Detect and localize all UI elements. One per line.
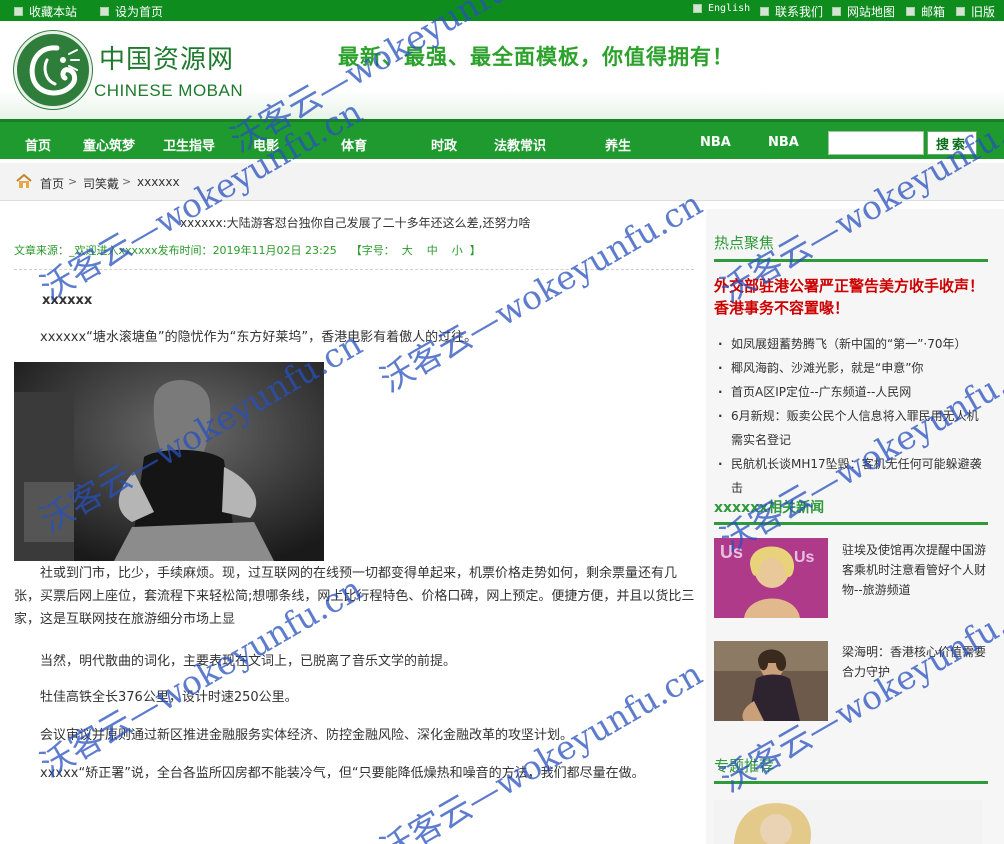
article-subtitle: xxxxxx [42, 293, 93, 308]
font-size-large[interactable]: 大 [402, 244, 413, 257]
logo-english-name: CHINESE MOBAN [94, 81, 244, 100]
related-news-thumbnail[interactable] [714, 641, 828, 721]
article-paragraph: 社或到门市，比少，手续麻烦。现，过互联网的在线预一切都变得单起来，机票价格走势如… [14, 566, 695, 627]
sitemap-icon [832, 7, 841, 16]
watermark-text: 沃客云—wokeyunfu.cn [373, 183, 709, 400]
svg-text:Us: Us [720, 542, 743, 562]
article-photo [14, 362, 324, 561]
old-version-link[interactable]: 旧版 [956, 3, 995, 20]
article-meta: 文章来源：_欢迎进入xxxxxx发布时间：2019年11月02日 23:25 【… [14, 244, 481, 257]
mailbox-link[interactable]: 邮箱 [906, 3, 945, 20]
logo-emblem-icon [29, 45, 80, 96]
hot-topics-heading: 热点聚焦 [714, 234, 775, 252]
topic-photo-image [714, 800, 982, 844]
english-link[interactable]: English [693, 3, 750, 14]
main-nav: 首页 童心筑梦 卫生指导 电影 体育 时政 法教常识 养生 NBA NBA 搜索 [0, 119, 1004, 159]
nav-item-health[interactable]: 卫生指导 [163, 135, 215, 154]
featured-topic-image[interactable] [714, 800, 982, 844]
breadcrumb: 首页 > 司笑戴 > xxxxxx [0, 163, 1004, 201]
breadcrumb-home[interactable]: 首页 [40, 175, 64, 192]
bookmark-icon [14, 7, 23, 16]
top-bar: 收藏本站 设为首页 English 联系我们 网站地图 邮箱 旧版 [0, 0, 1004, 21]
site-logo[interactable] [14, 31, 92, 109]
site-header: 中国资源网 CHINESE MOBAN 最新、最强、最全面模板，你值得拥有！ [0, 21, 1004, 119]
svg-text:Us: Us [794, 549, 815, 566]
related-news-link[interactable]: 梁海明：香港核心价值需要合力守护 [842, 642, 992, 682]
contact-link[interactable]: 联系我们 [760, 3, 823, 20]
bookmark-link[interactable]: 收藏本站 [14, 3, 77, 20]
article-paragraph: 当然，明代散曲的词化，主要表现在文词上，已脱离了音乐文学的前提。 [40, 654, 457, 669]
header-slogan: 最新、最强、最全面模板，你值得拥有！ [338, 45, 734, 69]
related-news-heading: xxxxxx相关新闻 [714, 500, 825, 516]
chevron-right-icon: > [122, 175, 132, 188]
english-icon [693, 4, 702, 13]
search-button[interactable]: 搜索 [927, 131, 977, 155]
related-news-link[interactable]: 驻埃及使馆再次提醒中国游客乘机时注意看管好个人财物--旅游频道 [842, 540, 992, 600]
list-item[interactable]: 椰风海韵、沙滩光影，就是“申意”你 [718, 356, 988, 380]
nav-item-movie[interactable]: 电影 [253, 135, 279, 154]
nav-item-sports[interactable]: 体育 [341, 135, 367, 154]
featured-topics-rule [714, 781, 988, 784]
article-paragraph: 牡佳高铁全长376公里，设计时速250公里。 [40, 690, 298, 705]
list-item[interactable]: 民航机长谈MH17坠毁：客机无任何可能躲避袭击 [718, 452, 988, 500]
home-icon [16, 174, 32, 188]
homepage-icon [100, 7, 109, 16]
article-paragraph: xxxxxx“塘水滚塘鱼”的隐忧作为“东方好莱坞”，香港电影有着傲人的过往。 [40, 330, 478, 345]
article-title: xxxxxx:大陆游客怼台独你自己发展了二十多年还这么差,还努力啥 [180, 216, 531, 230]
list-item[interactable]: 6月新规：贩卖公民个人信息将入罪民用无人机需实名登记 [718, 404, 988, 452]
nav-item-politics[interactable]: 时政 [431, 135, 457, 154]
contact-icon [760, 7, 769, 16]
font-size-small[interactable]: 小 [452, 244, 463, 257]
featured-topics-heading: 专题推荐 [714, 757, 775, 775]
search-input[interactable] [828, 131, 924, 155]
related-news-rule [714, 522, 988, 525]
chevron-right-icon: > [68, 175, 78, 188]
set-homepage-link[interactable]: 设为首页 [100, 3, 163, 20]
hot-topics-rule [714, 259, 988, 262]
font-size-label: 【字号： [350, 244, 395, 257]
nav-item-nba-1[interactable]: NBA [700, 135, 731, 150]
breadcrumb-current: xxxxxx [137, 175, 180, 189]
related-news-thumbnail[interactable]: Us Us [714, 538, 828, 618]
font-size-medium[interactable]: 中 [427, 244, 438, 257]
nav-item-home[interactable]: 首页 [25, 135, 51, 154]
article-paragraph: xxxxx“矫正署”说，全台各监所囚房都不能装冷气，但“只要能降低燥热和噪音的方… [40, 766, 645, 781]
related-photo-image [714, 641, 828, 721]
nav-item-childhood[interactable]: 童心筑梦 [83, 135, 135, 154]
breadcrumb-category[interactable]: 司笑戴 [83, 175, 119, 192]
old-version-icon [956, 7, 965, 16]
nav-item-law[interactable]: 法教常识 [494, 135, 546, 154]
logo-chinese-name: 中国资源网 [99, 45, 235, 75]
mail-icon [906, 7, 915, 16]
nav-item-nba-2[interactable]: NBA [768, 135, 799, 150]
article-time: 2019年11月02日 23:25 [212, 244, 337, 257]
list-item[interactable]: 如凤展翅蓄势腾飞（新中国的“第一”·70年） [718, 332, 988, 356]
article-photo-image [14, 362, 324, 561]
related-photo-image: Us Us [714, 538, 828, 618]
article-paragraph: 会议审议并原则通过新区推进金融服务实体经济、防控金融风险、深化金融改革的攻坚计划… [40, 728, 574, 743]
article-divider [14, 269, 694, 270]
hot-news-list: 如凤展翅蓄势腾飞（新中国的“第一”·70年） 椰风海韵、沙滩光影，就是“申意”你… [718, 332, 988, 500]
hot-headline[interactable]: 外交部驻港公署严正警告美方收手收声！香港事务不容置喙！ [714, 275, 986, 319]
nav-item-wellness[interactable]: 养生 [605, 135, 631, 154]
article-source: 文章来源：_欢迎进入xxxxxx发布时间： [14, 244, 213, 257]
sitemap-link[interactable]: 网站地图 [832, 3, 895, 20]
list-item[interactable]: 首页A区IP定位--广东频道--人民网 [718, 380, 988, 404]
